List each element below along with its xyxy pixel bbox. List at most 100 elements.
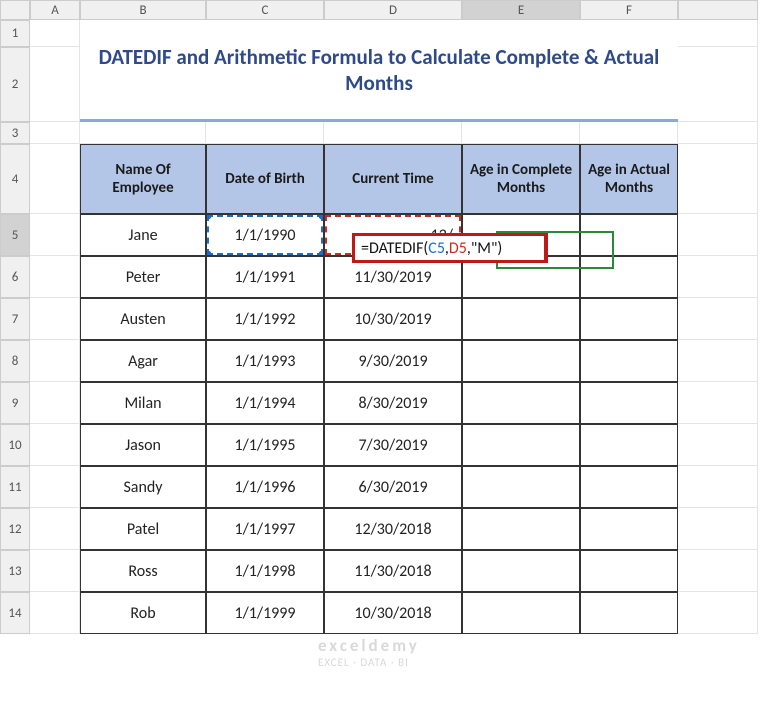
cell-g2[interactable] bbox=[678, 47, 758, 122]
cell-a13[interactable] bbox=[30, 550, 80, 592]
col-header-d[interactable]: D bbox=[324, 0, 462, 20]
cell-a4[interactable] bbox=[30, 144, 80, 214]
cell-d10[interactable]: 7/30/2019 bbox=[324, 424, 462, 466]
row-header-1[interactable]: 1 bbox=[0, 20, 30, 47]
row-header-10[interactable]: 10 bbox=[0, 424, 30, 466]
cell-a3[interactable] bbox=[30, 122, 80, 144]
cell-f11[interactable] bbox=[580, 466, 678, 508]
col-header-b[interactable]: B bbox=[80, 0, 206, 20]
col-header-a[interactable]: A bbox=[30, 0, 80, 20]
cell-f13[interactable] bbox=[580, 550, 678, 592]
cell-a7[interactable] bbox=[30, 298, 80, 340]
cell-g13[interactable] bbox=[678, 550, 758, 592]
row-header-7[interactable]: 7 bbox=[0, 298, 30, 340]
cell-g3[interactable] bbox=[678, 122, 758, 144]
cell-e13[interactable] bbox=[462, 550, 580, 592]
cell-g14[interactable] bbox=[678, 592, 758, 634]
cell-b14[interactable]: Rob bbox=[80, 592, 206, 634]
cell-f1[interactable] bbox=[462, 122, 580, 144]
cell-g10[interactable] bbox=[678, 424, 758, 466]
select-all-corner[interactable] bbox=[0, 0, 30, 20]
row-header-5[interactable]: 5 bbox=[0, 214, 30, 256]
cell-a9[interactable] bbox=[30, 382, 80, 424]
row-header-8[interactable]: 8 bbox=[0, 340, 30, 382]
cell-b9[interactable]: Milan bbox=[80, 382, 206, 424]
row-header-12[interactable]: 12 bbox=[0, 508, 30, 550]
cell-a14[interactable] bbox=[30, 592, 80, 634]
cell-b10[interactable]: Jason bbox=[80, 424, 206, 466]
cell-b1[interactable] bbox=[678, 20, 758, 47]
row-header-9[interactable]: 9 bbox=[0, 382, 30, 424]
cell-e10[interactable] bbox=[462, 424, 580, 466]
cell-g12[interactable] bbox=[678, 508, 758, 550]
cell-c8[interactable]: 1/1/1993 bbox=[206, 340, 324, 382]
cell-g6[interactable] bbox=[678, 256, 758, 298]
cell-g5[interactable] bbox=[678, 214, 758, 256]
cell-e8[interactable] bbox=[462, 340, 580, 382]
row-header-2[interactable]: 2 bbox=[0, 47, 30, 122]
cell-c1[interactable] bbox=[80, 122, 206, 144]
cell-c14[interactable]: 1/1/1999 bbox=[206, 592, 324, 634]
cell-b6[interactable]: Peter bbox=[80, 256, 206, 298]
cell-e11[interactable] bbox=[462, 466, 580, 508]
cell-c9[interactable]: 1/1/1994 bbox=[206, 382, 324, 424]
cell-a5[interactable] bbox=[30, 214, 80, 256]
cell-g11[interactable] bbox=[678, 466, 758, 508]
cell-a1[interactable] bbox=[30, 20, 80, 47]
cell-b13[interactable]: Ross bbox=[80, 550, 206, 592]
cell-d1[interactable] bbox=[206, 122, 324, 144]
cell-d11[interactable]: 6/30/2019 bbox=[324, 466, 462, 508]
cell-e12[interactable] bbox=[462, 508, 580, 550]
cell-f5[interactable] bbox=[580, 214, 678, 256]
cell-e1[interactable] bbox=[324, 122, 462, 144]
row-header-4[interactable]: 4 bbox=[0, 144, 30, 214]
cell-a12[interactable] bbox=[30, 508, 80, 550]
cell-c7[interactable]: 1/1/1992 bbox=[206, 298, 324, 340]
formula-edit-box[interactable]: =DATEDIF(C5,D5,"M") bbox=[352, 233, 548, 263]
cell-f8[interactable] bbox=[580, 340, 678, 382]
row-header-3[interactable]: 3 bbox=[0, 122, 30, 144]
cell-b12[interactable]: Patel bbox=[80, 508, 206, 550]
col-header-blank[interactable] bbox=[678, 0, 758, 20]
cell-d8[interactable]: 9/30/2019 bbox=[324, 340, 462, 382]
cell-c5[interactable]: 1/1/1990 bbox=[206, 214, 324, 256]
cell-g7[interactable] bbox=[678, 298, 758, 340]
col-header-e[interactable]: E bbox=[462, 0, 580, 20]
cell-c13[interactable]: 1/1/1998 bbox=[206, 550, 324, 592]
cell-b7[interactable]: Austen bbox=[80, 298, 206, 340]
cell-f10[interactable] bbox=[580, 424, 678, 466]
row-header-13[interactable]: 13 bbox=[0, 550, 30, 592]
cell-c12[interactable]: 1/1/1997 bbox=[206, 508, 324, 550]
row-header-11[interactable]: 11 bbox=[0, 466, 30, 508]
cell-g9[interactable] bbox=[678, 382, 758, 424]
cell-a6[interactable] bbox=[30, 256, 80, 298]
cell-e14[interactable] bbox=[462, 592, 580, 634]
row-header-14[interactable]: 14 bbox=[0, 592, 30, 634]
cell-b5[interactable]: Jane bbox=[80, 214, 206, 256]
cell-f14[interactable] bbox=[580, 592, 678, 634]
cell-d14[interactable]: 10/30/2018 bbox=[324, 592, 462, 634]
cell-a11[interactable] bbox=[30, 466, 80, 508]
cell-e9[interactable] bbox=[462, 382, 580, 424]
cell-a2[interactable] bbox=[30, 47, 80, 122]
cell-b8[interactable]: Agar bbox=[80, 340, 206, 382]
cell-a8[interactable] bbox=[30, 340, 80, 382]
cell-d9[interactable]: 8/30/2019 bbox=[324, 382, 462, 424]
row-header-6[interactable]: 6 bbox=[0, 256, 30, 298]
cell-d13[interactable]: 11/30/2018 bbox=[324, 550, 462, 592]
cell-c10[interactable]: 1/1/1995 bbox=[206, 424, 324, 466]
cell-d7[interactable]: 10/30/2019 bbox=[324, 298, 462, 340]
col-header-c[interactable]: C bbox=[206, 0, 324, 20]
col-header-f[interactable]: F bbox=[580, 0, 678, 20]
cell-f9[interactable] bbox=[580, 382, 678, 424]
cell-d12[interactable]: 12/30/2018 bbox=[324, 508, 462, 550]
cell-b11[interactable]: Sandy bbox=[80, 466, 206, 508]
cell-f7[interactable] bbox=[580, 298, 678, 340]
cell-f6[interactable] bbox=[580, 256, 678, 298]
cell-f12[interactable] bbox=[580, 508, 678, 550]
cell-c6[interactable]: 1/1/1991 bbox=[206, 256, 324, 298]
cell-g4[interactable] bbox=[678, 144, 758, 214]
cell-e7[interactable] bbox=[462, 298, 580, 340]
cell-a10[interactable] bbox=[30, 424, 80, 466]
cell-g1[interactable] bbox=[580, 122, 678, 144]
